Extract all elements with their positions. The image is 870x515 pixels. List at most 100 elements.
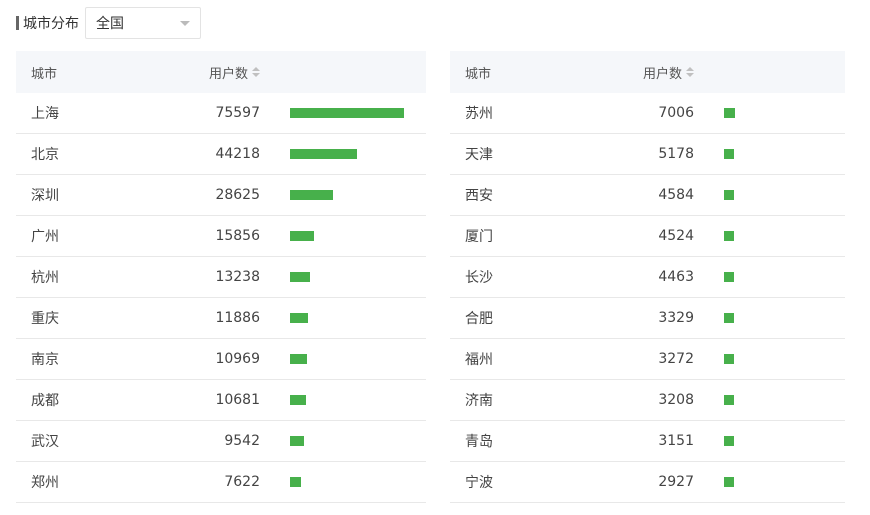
table-row: 苏州 7006 — [450, 93, 845, 134]
user-count-bar — [724, 272, 734, 282]
title-accent-bar — [16, 16, 19, 30]
bar-cell — [694, 436, 845, 446]
table-row: 济南 3208 — [450, 380, 845, 421]
user-count: 3151 — [658, 433, 694, 449]
city-table-right: 城市 用户数 苏州 7006 天津 5178 西安 4584 厦门 4524 长沙 4463 合肥 3… — [450, 51, 845, 503]
user-count-bar — [724, 108, 735, 118]
bar-cell — [260, 395, 426, 405]
city-name: 苏州 — [465, 106, 493, 122]
user-count: 3208 — [658, 392, 694, 408]
bar-cell — [694, 231, 845, 241]
user-count: 2927 — [658, 474, 694, 490]
table-row: 成都 10681 — [16, 380, 426, 421]
table-row: 深圳 28625 — [16, 175, 426, 216]
bar-cell — [260, 108, 426, 118]
user-count-bar — [724, 436, 734, 446]
bar-cell — [694, 149, 845, 159]
user-count: 15856 — [215, 228, 260, 244]
bar-cell — [260, 313, 426, 323]
sort-icon[interactable] — [686, 67, 694, 77]
user-count: 4584 — [658, 187, 694, 203]
city-name: 济南 — [465, 393, 493, 409]
city-name: 合肥 — [465, 311, 493, 327]
city-name: 北京 — [31, 147, 59, 163]
table-body: 苏州 7006 天津 5178 西安 4584 厦门 4524 长沙 4463 合肥 3329 福州 32… — [450, 93, 845, 503]
bar-cell — [260, 190, 426, 200]
chevron-down-icon — [180, 20, 190, 26]
table-row: 宁波 2927 — [450, 462, 845, 503]
table-row: 厦门 4524 — [450, 216, 845, 257]
bar-cell — [260, 436, 426, 446]
column-header-users-label: 用户数 — [208, 66, 248, 82]
city-name: 重庆 — [31, 311, 59, 327]
table-row: 福州 3272 — [450, 339, 845, 380]
city-name: 厦门 — [465, 229, 493, 245]
table-row: 南京 10969 — [16, 339, 426, 380]
user-count-bar — [290, 313, 308, 323]
city-name: 上海 — [31, 106, 59, 122]
user-count: 44218 — [215, 146, 260, 162]
user-count: 5178 — [658, 146, 694, 162]
table-row: 西安 4584 — [450, 175, 845, 216]
user-count: 10969 — [215, 351, 260, 367]
column-header-users[interactable]: 用户数 — [600, 63, 694, 82]
user-count: 4524 — [658, 228, 694, 244]
section-title: 城市分布 — [23, 16, 79, 32]
table-row: 重庆 11886 — [16, 298, 426, 339]
city-name: 宁波 — [465, 475, 493, 491]
user-count-bar — [290, 108, 404, 118]
user-count-bar — [290, 477, 301, 487]
user-count: 13238 — [215, 269, 260, 285]
user-count: 11886 — [215, 310, 260, 326]
user-count-bar — [290, 190, 333, 200]
bar-cell — [260, 477, 426, 487]
bar-cell — [260, 231, 426, 241]
user-count-bar — [724, 149, 734, 159]
user-count: 75597 — [215, 105, 260, 121]
user-count: 3272 — [658, 351, 694, 367]
user-count-bar — [724, 395, 734, 405]
bar-cell — [260, 354, 426, 364]
city-name: 杭州 — [31, 270, 59, 286]
city-name: 青岛 — [465, 434, 493, 450]
sort-icon[interactable] — [252, 67, 260, 77]
city-name: 西安 — [465, 188, 493, 204]
table-row: 武汉 9542 — [16, 421, 426, 462]
user-count-bar — [290, 149, 357, 159]
user-count-bar — [290, 272, 310, 282]
region-select[interactable]: 全国 — [85, 7, 201, 39]
table-row: 杭州 13238 — [16, 257, 426, 298]
city-name: 福州 — [465, 352, 493, 368]
table-row: 上海 75597 — [16, 93, 426, 134]
city-name: 长沙 — [465, 270, 493, 286]
city-name: 成都 — [31, 393, 59, 409]
column-header-users[interactable]: 用户数 — [166, 63, 260, 82]
column-header-city: 城市 — [465, 66, 492, 82]
table-row: 天津 5178 — [450, 134, 845, 175]
table-row: 青岛 3151 — [450, 421, 845, 462]
user-count-bar — [290, 354, 307, 364]
city-table-left: 城市 用户数 上海 75597 北京 44218 深圳 28625 广州 15856 杭州 132… — [16, 51, 426, 503]
column-header-users-label: 用户数 — [642, 66, 682, 82]
user-count: 10681 — [215, 392, 260, 408]
bar-cell — [694, 108, 845, 118]
table-row: 郑州 7622 — [16, 462, 426, 503]
user-count-bar — [290, 395, 306, 405]
city-distribution-header: 城市分布 全国 — [16, 7, 201, 39]
bar-cell — [694, 354, 845, 364]
city-name: 南京 — [31, 352, 59, 368]
bar-cell — [694, 272, 845, 282]
bar-cell — [694, 190, 845, 200]
user-count: 28625 — [215, 187, 260, 203]
bar-cell — [260, 149, 426, 159]
user-count: 7006 — [658, 105, 694, 121]
column-header-city: 城市 — [31, 66, 58, 82]
user-count-bar — [724, 354, 734, 364]
user-count: 4463 — [658, 269, 694, 285]
user-count: 9542 — [224, 433, 260, 449]
region-select-value: 全国 — [96, 16, 124, 32]
city-name: 郑州 — [31, 475, 59, 491]
user-count-bar — [724, 313, 734, 323]
table-header: 城市 用户数 — [450, 51, 845, 93]
user-count-bar — [290, 231, 314, 241]
